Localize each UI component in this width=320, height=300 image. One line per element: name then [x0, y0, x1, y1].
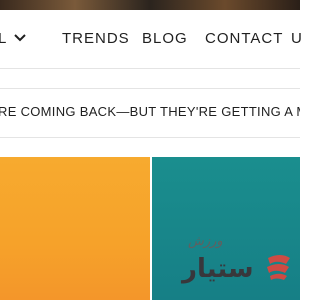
watermark-logo: ورزش ستیار [178, 232, 296, 298]
nav-item-trends[interactable]: TRENDS [62, 30, 130, 48]
watermark-large-text: ستیار [182, 254, 254, 284]
nav-item-blog[interactable]: BLOG [142, 30, 188, 48]
nav-item-truncated[interactable]: U [291, 30, 303, 48]
main-navigation: L TRENDS BLOG CONTACT U [0, 10, 303, 69]
nav-item-contact[interactable]: CONTACT [205, 30, 283, 48]
article-tile-orange[interactable] [0, 157, 150, 300]
chevron-down-icon[interactable] [14, 34, 26, 42]
hero-image-strip [0, 0, 300, 10]
headline-link[interactable]: RE COMING BACK—BUT THEY'RE GETTING A MOD… [0, 104, 300, 119]
nav-item-dropdown[interactable]: L [0, 30, 7, 48]
watermark-small-text: ورزش [188, 234, 223, 249]
watermark-shoe-icon [267, 255, 290, 280]
headline-ticker: RE COMING BACK—BUT THEY'RE GETTING A MOD… [0, 88, 300, 138]
